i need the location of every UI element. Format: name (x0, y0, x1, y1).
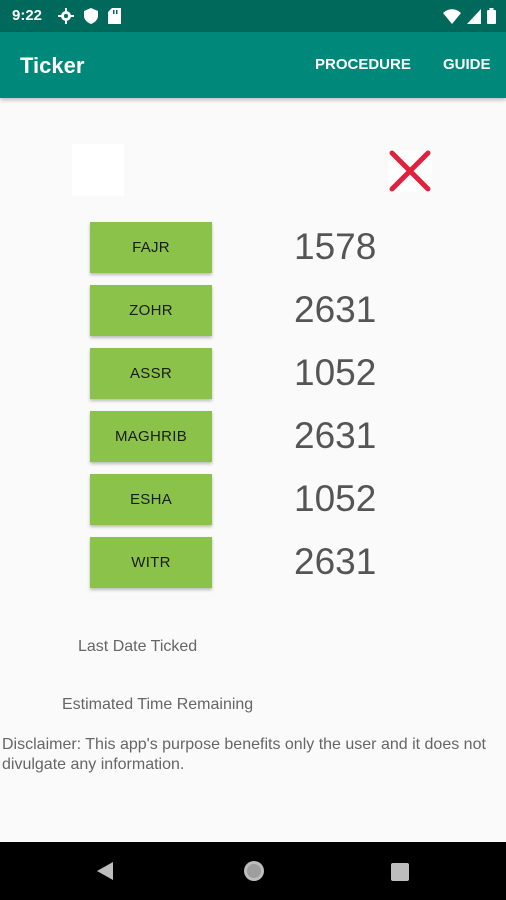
assr-count: 1052 (294, 352, 377, 393)
prayer-row-esha: ESHA 1052 (0, 474, 506, 526)
witr-button[interactable]: WITR (90, 537, 212, 588)
prayer-row-maghrib: MAGHRIB 2631 (0, 411, 506, 463)
wifi-icon (443, 8, 461, 24)
last-date-label: Last Date Ticked (78, 638, 198, 655)
shield-icon (84, 8, 98, 24)
fajr-count: 1578 (294, 226, 377, 267)
nav-bar (0, 842, 506, 900)
tick-checkbox[interactable] (72, 144, 124, 196)
prayer-row-assr: ASSR 1052 (0, 348, 506, 400)
sd-card-icon (108, 8, 121, 24)
prayer-row-witr: WITR 2631 (0, 537, 506, 589)
status-left-icons (58, 8, 121, 24)
app-bar: Ticker PROCEDURE GUIDE (0, 32, 506, 98)
esha-button[interactable]: ESHA (90, 474, 212, 525)
assr-button[interactable]: ASSR (90, 348, 212, 399)
cross-icon[interactable] (388, 150, 432, 192)
disclaimer-text: Disclaimer: This app's purpose benefits … (2, 736, 486, 773)
battery-icon (487, 8, 496, 24)
home-icon[interactable] (243, 860, 265, 882)
prayer-row-zohr: ZOHR 2631 (0, 285, 506, 337)
procedure-button[interactable]: PROCEDURE (315, 56, 411, 73)
signal-icon (467, 8, 481, 24)
status-bar: 9:22 (0, 0, 506, 32)
maghrib-count: 2631 (294, 415, 377, 456)
fajr-button[interactable]: FAJR (90, 222, 212, 273)
status-time: 9:22 (12, 7, 43, 24)
status-right-icons (443, 8, 496, 24)
app-title: Ticker (20, 53, 85, 78)
zohr-button[interactable]: ZOHR (90, 285, 212, 336)
estimated-time-label: Estimated Time Remaining (62, 696, 254, 713)
witr-count: 2631 (294, 541, 377, 582)
back-icon[interactable] (96, 861, 114, 881)
maghrib-button[interactable]: MAGHRIB (90, 411, 212, 462)
gear-icon (58, 8, 74, 24)
prayer-row-fajr: FAJR 1578 (0, 222, 506, 274)
guide-button[interactable]: GUIDE (443, 56, 491, 73)
zohr-count: 2631 (294, 289, 377, 330)
recents-icon[interactable] (391, 863, 409, 881)
esha-count: 1052 (294, 478, 377, 519)
